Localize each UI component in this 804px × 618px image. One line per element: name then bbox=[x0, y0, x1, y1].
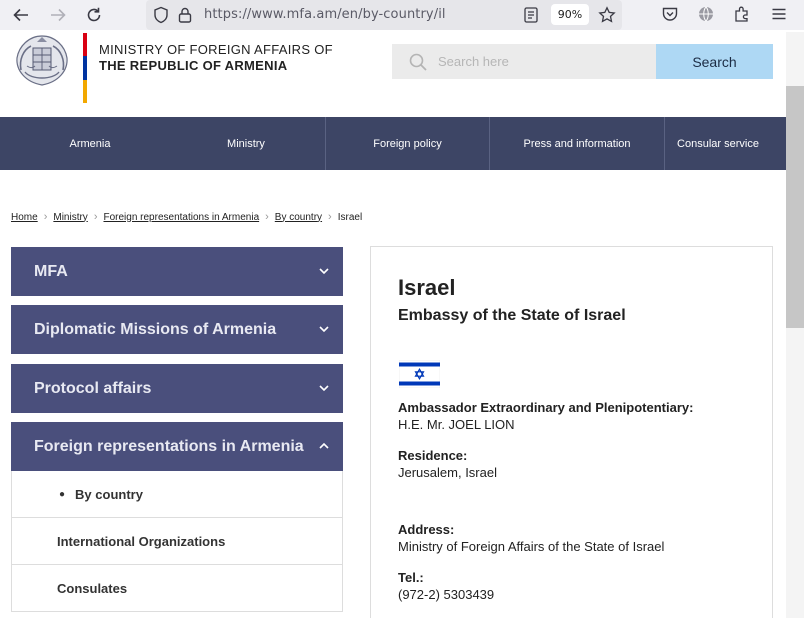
accordion-foreign-representations[interactable]: Foreign representations in Armenia bbox=[11, 422, 343, 471]
back-arrow-icon[interactable] bbox=[10, 4, 32, 26]
url-text[interactable]: https://www.mfa.am/en/by-country/il bbox=[204, 7, 446, 22]
subitem-label: By country bbox=[75, 486, 143, 502]
bookmark-star-icon[interactable] bbox=[598, 6, 616, 24]
chevron-down-icon bbox=[319, 385, 329, 392]
breadcrumb-current: Israel bbox=[337, 211, 363, 223]
menu-hamburger-icon[interactable] bbox=[770, 5, 790, 25]
subitem-by-country[interactable]: ● By country bbox=[11, 471, 343, 518]
subitem-label: International Organizations bbox=[57, 533, 226, 549]
accordion-mfa[interactable]: MFA bbox=[11, 247, 343, 296]
accordion-label: Foreign representations in Armenia bbox=[34, 437, 304, 455]
chevron-right-icon: › bbox=[93, 211, 98, 223]
globe-icon[interactable] bbox=[697, 5, 717, 25]
embassy-title: Embassy of the State of Israel bbox=[398, 307, 626, 324]
page-scrollbar-thumb[interactable] bbox=[786, 86, 804, 328]
ambassador-label: Ambassador Extraordinary and Plenipotent… bbox=[398, 400, 694, 415]
breadcrumb-foreign-representations[interactable]: Foreign representations in Armenia bbox=[103, 212, 259, 223]
subitem-international-organizations[interactable]: International Organizations bbox=[11, 518, 343, 565]
lock-icon[interactable] bbox=[176, 6, 194, 24]
subitem-consulates[interactable]: Consulates bbox=[11, 565, 343, 612]
armenian-flag-stripe bbox=[83, 33, 87, 103]
tel-label: Tel.: bbox=[398, 570, 424, 585]
address-label: Address: bbox=[398, 522, 455, 537]
breadcrumb: Home › Ministry › Foreign representation… bbox=[11, 211, 362, 223]
zoom-level-badge[interactable]: 90% bbox=[551, 4, 589, 25]
breadcrumb-ministry[interactable]: Ministry bbox=[53, 212, 87, 223]
chevron-right-icon: › bbox=[265, 211, 269, 223]
pocket-icon[interactable] bbox=[661, 5, 681, 25]
ambassador-value: H.E. Mr. JOEL LION bbox=[398, 417, 515, 432]
search-input[interactable] bbox=[438, 44, 648, 79]
nav-item-foreign-policy[interactable]: Foreign policy bbox=[326, 117, 489, 170]
main-navigation: Armenia Ministry Foreign policy Press an… bbox=[0, 117, 786, 170]
country-title: Israel bbox=[398, 275, 456, 300]
accordion-label: MFA bbox=[34, 262, 68, 280]
residence-label: Residence: bbox=[398, 448, 468, 463]
reload-icon[interactable] bbox=[83, 4, 105, 26]
residence-value: Jerusalem, Israel bbox=[398, 465, 497, 480]
extensions-puzzle-icon[interactable] bbox=[733, 5, 753, 25]
chevron-up-icon bbox=[319, 442, 329, 449]
coat-of-arms-logo[interactable] bbox=[11, 32, 73, 88]
address-value: Ministry of Foreign Affairs of the State… bbox=[398, 539, 665, 554]
embassy-card: Israel Embassy of the State of Israel Am… bbox=[370, 246, 773, 618]
nav-item-press-and-information[interactable]: Press and information bbox=[490, 117, 664, 170]
browser-toolbar: https://www.mfa.am/en/by-country/il 90% bbox=[0, 0, 804, 30]
nav-item-ministry[interactable]: Ministry bbox=[166, 117, 326, 170]
breadcrumb-home[interactable]: Home bbox=[11, 212, 38, 223]
accordion-protocol-affairs[interactable]: Protocol affairs bbox=[11, 364, 343, 413]
search-button[interactable]: Search bbox=[656, 44, 773, 79]
accordion-label: Protocol affairs bbox=[34, 379, 152, 397]
ministry-title-line2[interactable]: THE REPUBLIC OF ARMENIA bbox=[99, 58, 287, 73]
search-box bbox=[392, 44, 656, 79]
tel-value: (972-2) 5303439 bbox=[398, 587, 495, 602]
chevron-right-icon: › bbox=[328, 211, 332, 223]
subitem-label: Consulates bbox=[57, 580, 128, 596]
accordion-diplomatic-missions[interactable]: Diplomatic Missions of Armenia bbox=[11, 305, 343, 354]
nav-item-armenia[interactable]: Armenia bbox=[0, 117, 180, 170]
search-icon bbox=[408, 52, 428, 72]
reader-view-icon[interactable] bbox=[522, 6, 540, 24]
breadcrumb-by-country[interactable]: By country bbox=[275, 212, 322, 223]
chevron-down-icon bbox=[319, 268, 329, 275]
shield-icon[interactable] bbox=[152, 6, 170, 24]
israel-flag-icon bbox=[399, 360, 440, 388]
chevron-down-icon bbox=[319, 326, 329, 333]
ministry-title-line1[interactable]: MINISTRY OF FOREIGN AFFAIRS OF bbox=[99, 42, 333, 57]
forward-arrow-icon[interactable] bbox=[47, 4, 69, 26]
address-bar[interactable]: https://www.mfa.am/en/by-country/il 90% bbox=[146, 0, 622, 30]
chevron-right-icon: › bbox=[43, 211, 48, 223]
nav-item-consular-service[interactable]: Consular service bbox=[665, 117, 771, 170]
bullet-icon: ● bbox=[59, 488, 66, 500]
accordion-label: Diplomatic Missions of Armenia bbox=[34, 320, 277, 338]
